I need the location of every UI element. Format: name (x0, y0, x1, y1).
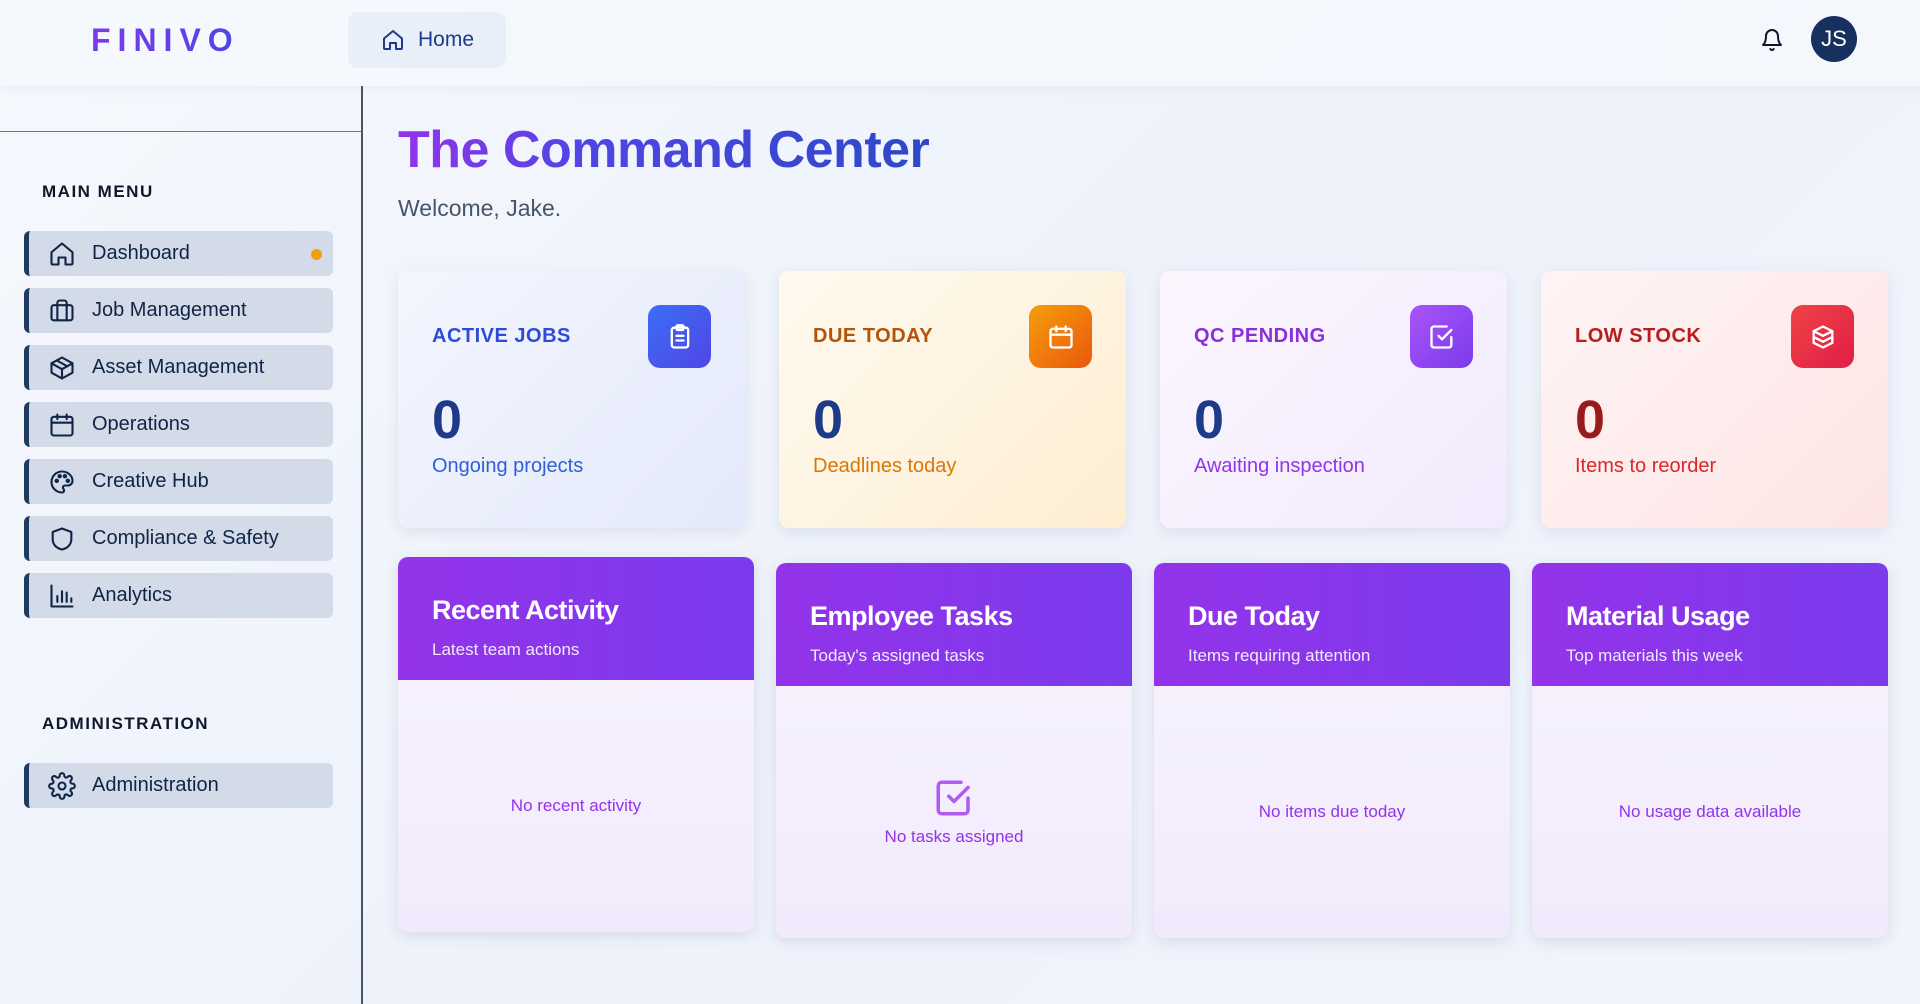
sidebar-item-label: Creative Hub (92, 470, 209, 492)
panel-title: Due Today (1188, 601, 1320, 631)
empty-state-text: No items due today (1258, 802, 1406, 821)
sidebar-item-label: Compliance & Safety (92, 527, 279, 549)
panel-subtitle: Items requiring attention (1188, 646, 1371, 665)
empty-state-text: No tasks assigned (884, 827, 1024, 846)
sidebar-item-creative-hub[interactable]: Creative Hub (24, 459, 333, 504)
stat-value: 0 (1194, 390, 1225, 450)
sidebar-item-operations[interactable]: Operations (24, 402, 333, 447)
gear-icon (48, 771, 76, 800)
page-title: The Command Center (398, 121, 930, 179)
stat-subtitle: Deadlines today (813, 455, 957, 477)
stat-value: 0 (813, 390, 844, 450)
package-icon (50, 355, 74, 380)
sidebar-item-label: Asset Management (92, 356, 265, 378)
main-menu-heading: MAIN MENU (42, 182, 154, 201)
calendar-icon (50, 412, 74, 437)
panel-title: Employee Tasks (810, 601, 1013, 631)
sidebar-item-label: Administration (92, 774, 219, 796)
panel-title: Material Usage (1566, 601, 1750, 631)
clipboard-icon (648, 305, 711, 368)
sidebar-item-label: Operations (92, 413, 190, 435)
stat-subtitle: Ongoing projects (432, 455, 584, 477)
panel-employee-tasks: Employee Tasks Today's assigned tasks No… (776, 563, 1132, 938)
tab-home-label: Home (418, 28, 475, 51)
sidebar-item-label: Analytics (92, 584, 173, 606)
sidebar-item-administration[interactable]: Administration (24, 763, 333, 808)
top-bar: FINIVO Home JS (0, 0, 1920, 86)
stat-label: LOW STOCK (1575, 325, 1702, 347)
stat-card-low-stock[interactable]: LOW STOCK 0 Items to reorder (1541, 271, 1888, 528)
stat-card-due-today[interactable]: DUE TODAY 0 Deadlines today (779, 271, 1126, 528)
check-square-icon (1410, 305, 1473, 368)
sidebar-item-label: Dashboard (92, 242, 190, 264)
briefcase-icon (50, 298, 74, 321)
panel-body: No recent activity (398, 680, 754, 932)
palette-icon (50, 469, 74, 494)
sidebar-divider (0, 131, 362, 132)
panel-recent-activity: Recent Activity Latest team actions No r… (398, 557, 754, 932)
panel-material-usage: Material Usage Top materials this week N… (1532, 563, 1888, 938)
sidebar-item-job-management[interactable]: Job Management (24, 288, 333, 333)
panel-body: No usage data available (1532, 686, 1888, 938)
stat-label: DUE TODAY (813, 325, 934, 347)
panel-header: Recent Activity Latest team actions (398, 557, 754, 680)
stat-label: QC PENDING (1194, 325, 1326, 347)
panel-body: No tasks assigned (776, 686, 1132, 938)
empty-state-text: No recent activity (510, 796, 642, 815)
panel-title: Recent Activity (432, 595, 619, 625)
home-icon (383, 30, 403, 50)
panel-subtitle: Top materials this week (1566, 646, 1743, 665)
sidebar-item-asset-management[interactable]: Asset Management (24, 345, 333, 390)
panel-subtitle: Latest team actions (432, 640, 580, 659)
notifications-bell-icon[interactable] (1760, 27, 1784, 53)
stat-value: 0 (1575, 390, 1606, 450)
panel-body: No items due today (1154, 686, 1510, 938)
active-indicator-dot (311, 249, 322, 260)
stat-value: 0 (432, 390, 463, 450)
calendar-icon (1029, 305, 1092, 368)
app-logo[interactable]: FINIVO (91, 22, 240, 59)
panel-due-today: Due Today Items requiring attention No i… (1154, 563, 1510, 938)
bar-chart-icon (50, 583, 74, 608)
panel-header: Material Usage Top materials this week (1532, 563, 1888, 686)
sidebar-item-compliance-safety[interactable]: Compliance & Safety (24, 516, 333, 561)
stat-subtitle: Awaiting inspection (1194, 455, 1365, 477)
stat-label: ACTIVE JOBS (432, 325, 571, 347)
panel-subtitle: Today's assigned tasks (810, 646, 985, 665)
sidebar-item-label: Job Management (92, 299, 247, 321)
check-square-icon (936, 780, 970, 816)
stat-card-qc-pending[interactable]: QC PENDING 0 Awaiting inspection (1160, 271, 1507, 528)
sidebar-item-analytics[interactable]: Analytics (24, 573, 333, 618)
user-avatar[interactable]: JS (1811, 16, 1857, 62)
sidebar-item-dashboard[interactable]: Dashboard (24, 231, 333, 276)
home-icon (50, 241, 74, 266)
administration-heading: ADMINISTRATION (42, 714, 210, 733)
tab-home[interactable]: Home (348, 12, 506, 68)
panel-header: Due Today Items requiring attention (1154, 563, 1510, 686)
empty-state-text: No usage data available (1618, 802, 1802, 821)
panel-header: Employee Tasks Today's assigned tasks (776, 563, 1132, 686)
welcome-message: Welcome, Jake. (398, 195, 562, 221)
boxes-icon (1791, 305, 1854, 368)
shield-icon (51, 526, 73, 551)
sidebar: MAIN MENU Dashboard Job Management Asset… (0, 86, 363, 1004)
stat-card-active-jobs[interactable]: ACTIVE JOBS 0 Ongoing projects (398, 271, 745, 528)
stat-subtitle: Items to reorder (1575, 455, 1717, 477)
